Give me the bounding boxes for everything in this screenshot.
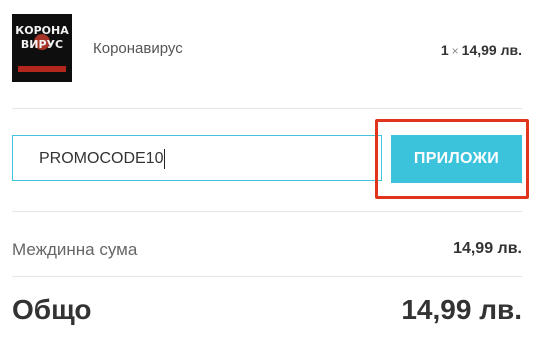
product-quantity: 1 [440, 42, 449, 58]
cover-title-line2: ВИРУС [20, 38, 64, 51]
cart-item-row: КОРОНА ВИРУС Коронавирус 1 × 14,99 лв. [0, 0, 555, 108]
cover-red-band [18, 66, 66, 72]
product-price: 14,99 лв. [461, 42, 522, 58]
times-symbol: × [451, 44, 459, 58]
product-name[interactable]: Коронавирус [93, 40, 183, 57]
coupon-code-value: PROMOCODE10 [39, 150, 164, 167]
total-value: 14,99 лв. [401, 294, 522, 325]
cart-summary: КОРОНА ВИРУС Коронавирус 1 × 14,99 лв. PRO… [0, 0, 555, 347]
total-label: Общо [12, 294, 92, 325]
product-thumbnail[interactable]: КОРОНА ВИРУС [12, 14, 72, 82]
product-quantity-price: 1 × 14,99 лв. [441, 42, 522, 58]
divider [12, 108, 522, 109]
coupon-code-input[interactable]: PROMOCODE10 [12, 135, 382, 181]
divider [12, 211, 522, 212]
text-caret [164, 148, 166, 169]
subtotal-label: Междинна сума [12, 240, 138, 259]
highlight-annotation [375, 119, 529, 199]
divider [12, 276, 522, 277]
subtotal-value: 14,99 лв. [453, 240, 522, 257]
